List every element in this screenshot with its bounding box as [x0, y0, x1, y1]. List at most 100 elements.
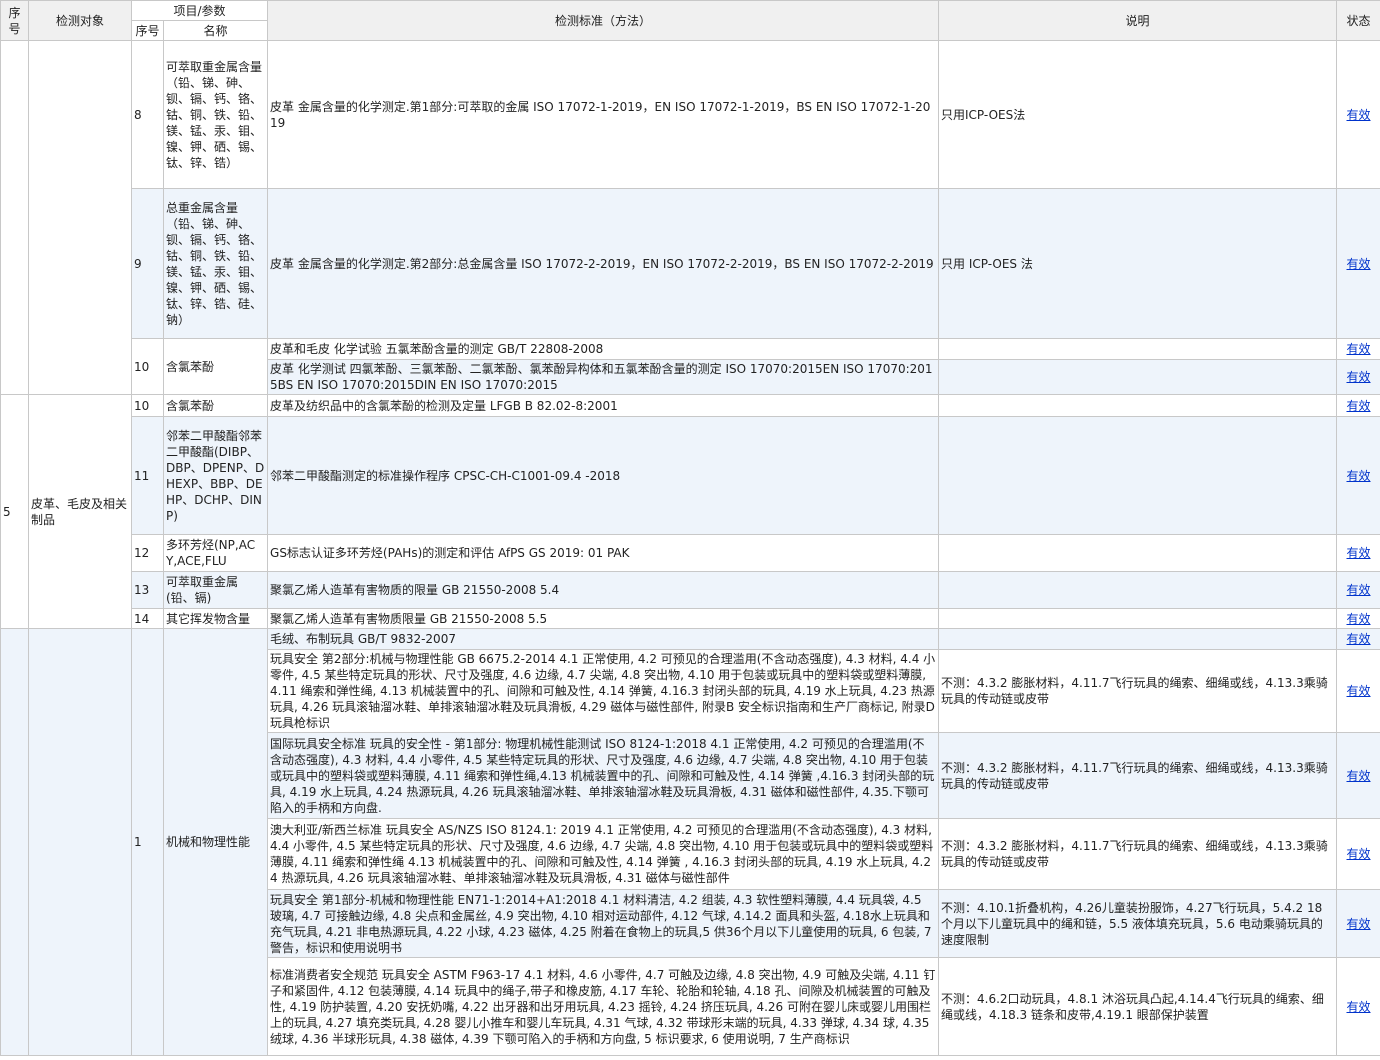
standard-cell: 玩具安全 第2部分:机械与物理性能 GB 6675.2-2014 4.1 正常使… — [267, 649, 940, 733]
table-row: 14 其它挥发物含量 聚氯乙烯人造革有害物质限量 GB 21550-2008 5.5… — [1, 608, 1380, 629]
status-cell: 有效 — [1336, 416, 1380, 535]
note-cell — [938, 534, 1338, 572]
note-cell — [938, 608, 1338, 629]
note-cell: 不测：4.3.2 膨胀材料，4.11.7飞行玩具的绳索、细绳或线，4.13.3乘… — [938, 818, 1338, 890]
status-link[interactable]: 有效 — [1347, 342, 1371, 356]
status-link[interactable]: 有效 — [1347, 769, 1371, 783]
table-body: 8 可萃取重金属含量（铅、锑、砷、钡、镉、钙、铬、钴、铜、铁、铅、镁、锰、汞、钼、… — [0, 40, 1380, 1056]
note-cell: 不测：4.10.1折叠机构，4.26儿童装扮服饰，4.27飞行玩具，5.4.2 … — [938, 889, 1338, 958]
status-cell: 有效 — [1336, 359, 1380, 395]
status-link[interactable]: 有效 — [1347, 108, 1371, 122]
item-name-cell: 可萃取重金属(铅、镉) — [162, 571, 269, 609]
table-row: 9 总重金属含量（铅、锑、砷、钡、镉、钙、铬、钴、铜、铁、铅、镁、锰、汞、钼、镍、… — [1, 188, 1380, 339]
note-cell: 只用 ICP-OES 法 — [938, 188, 1338, 339]
header-sub-seq: 序号 — [131, 20, 164, 41]
standard-cell: 玩具安全 第1部分-机械和物理性能 EN71-1:2014+A1:2018 4.… — [267, 889, 940, 958]
status-link[interactable]: 有效 — [1347, 612, 1371, 626]
standard-cell: 标准消费者安全规范 玩具安全 ASTM F963-17 4.1 材料, 4.6 … — [267, 957, 940, 1056]
standard-cell: 聚氯乙烯人造革有害物质的限量 GB 21550-2008 5.4 — [267, 571, 940, 609]
item-name-cell: 含氯苯酚 — [162, 394, 269, 417]
standard-cell: 皮革 金属含量的化学测定.第1部分:可萃取的金属 ISO 17072-1-201… — [267, 40, 940, 189]
status-cell: 有效 — [1336, 188, 1380, 339]
item-name-cell: 邻苯二甲酸酯邻苯二甲酸酯(DIBP、DBP、DPENP、DHEXP、BBP、DE… — [162, 416, 269, 535]
table-row: 1 机械和物理性能 毛绒、布制玩具 GB/T 9832-2007 有效 — [0, 628, 1380, 1056]
item-seq-cell: 1 — [131, 628, 164, 1056]
item-seq-cell: 10 — [131, 338, 164, 395]
status-cell: 有效 — [1336, 338, 1380, 360]
note-cell: 只用ICP-OES法 — [938, 40, 1338, 189]
note-cell — [938, 359, 1338, 395]
standard-cell: 澳大利亚/新西兰标准 玩具安全 AS/NZS ISO 8124.1: 2019 … — [267, 818, 940, 890]
standard-cell: 邻苯二甲酸酯测定的标准操作程序 CPSC-CH-C1001-09.4 -2018 — [267, 416, 940, 535]
note-cell — [938, 628, 1338, 650]
status-cell: 有效 — [1336, 628, 1380, 650]
standard-cell: 国际玩具安全标准 玩具的安全性 - 第1部分: 物理机械性能测试 ISO 812… — [267, 732, 940, 819]
item-seq-cell: 10 — [131, 394, 164, 417]
group-object-cell: 皮革、毛皮及相关制品 — [28, 394, 132, 629]
status-cell: 有效 — [1336, 608, 1380, 629]
note-cell: 不测：4.6.2口动玩具，4.8.1 沐浴玩具凸起,4.14.4飞行玩具的绳索、… — [938, 957, 1338, 1056]
header-note: 说明 — [938, 0, 1338, 41]
header-status: 状态 — [1336, 0, 1380, 41]
status-cell: 有效 — [1336, 649, 1380, 733]
standard-cell: 皮革和毛皮 化学试验 五氯苯酚含量的测定 GB/T 22808-2008 — [267, 338, 940, 360]
note-cell — [938, 571, 1338, 609]
group-seq-cell — [0, 628, 29, 1056]
item-seq-cell: 14 — [131, 608, 164, 629]
note-cell — [938, 416, 1338, 535]
note-cell: 不测：4.3.2 膨胀材料，4.11.7飞行玩具的绳索、细绳或线，4.13.3乘… — [938, 732, 1338, 819]
group-object-cell — [28, 628, 132, 1056]
header-item-param: 项目/参数 — [130, 0, 269, 21]
item-seq-cell: 8 — [131, 40, 164, 189]
status-cell: 有效 — [1336, 571, 1380, 609]
status-link[interactable]: 有效 — [1347, 370, 1371, 384]
header-sub-name: 名称 — [162, 20, 269, 41]
note-cell — [938, 338, 1338, 360]
standard-cell: 皮革及纺织品中的含氯苯酚的检测及定量 LFGB B 82.02-8:2001 — [267, 394, 940, 417]
status-cell: 有效 — [1336, 40, 1380, 189]
header-standard: 检测标准（方法） — [267, 0, 940, 41]
note-cell: 不测：4.3.2 膨胀材料，4.11.7飞行玩具的绳索、细绳或线，4.13.3乘… — [938, 649, 1338, 733]
item-name-cell: 含氯苯酚 — [162, 338, 269, 395]
status-cell: 有效 — [1336, 534, 1380, 572]
group-seq-cell: 5 — [0, 394, 29, 629]
header-seq: 序号 — [0, 0, 29, 41]
item-name-cell: 其它挥发物含量 — [162, 608, 269, 629]
status-cell: 有效 — [1336, 732, 1380, 819]
item-name-cell: 可萃取重金属含量（铅、锑、砷、钡、镉、钙、铬、钴、铜、铁、铅、镁、锰、汞、钼、镍… — [162, 40, 269, 189]
item-seq-cell: 11 — [131, 416, 164, 535]
group-object-cell — [28, 40, 132, 395]
status-link[interactable]: 有效 — [1347, 399, 1371, 413]
table-row: 8 可萃取重金属含量（铅、锑、砷、钡、镉、钙、铬、钴、铜、铁、铅、镁、锰、汞、钼、… — [0, 40, 1380, 395]
item-seq-cell: 13 — [131, 571, 164, 609]
status-link[interactable]: 有效 — [1347, 917, 1371, 931]
status-cell: 有效 — [1336, 394, 1380, 417]
status-cell: 有效 — [1336, 889, 1380, 958]
status-link[interactable]: 有效 — [1347, 632, 1371, 646]
table-row: 5 皮革、毛皮及相关制品 10 含氯苯酚 皮革及纺织品中的含氯苯酚的检测及定量 LFGB… — [0, 394, 1380, 629]
header-object: 检测对象 — [28, 0, 132, 41]
item-name-cell: 总重金属含量（铅、锑、砷、钡、镉、钙、铬、钴、铜、铁、铅、镁、锰、汞、钼、镍、钾… — [162, 188, 269, 339]
item-seq-cell: 9 — [131, 188, 164, 339]
standard-cell: 皮革 金属含量的化学测定.第2部分:总金属含量 ISO 17072-2-2019… — [267, 188, 940, 339]
table-row: 12 多环芳烃(NP,ACY,ACE,FLU GS标志认证多环芳烃(PAHs)的测定… — [1, 534, 1380, 572]
status-link[interactable]: 有效 — [1347, 847, 1371, 861]
status-link[interactable]: 有效 — [1347, 684, 1371, 698]
note-cell — [938, 394, 1338, 417]
item-name-cell: 多环芳烃(NP,ACY,ACE,FLU — [162, 534, 269, 572]
table-row: 13 可萃取重金属(铅、镉) 聚氯乙烯人造革有害物质的限量 GB 21550-200… — [1, 571, 1380, 609]
status-link[interactable]: 有效 — [1347, 1000, 1371, 1014]
item-seq-cell: 12 — [131, 534, 164, 572]
standard-cell: GS标志认证多环芳烃(PAHs)的测定和评估 AfPS GS 2019: 01 … — [267, 534, 940, 572]
status-link[interactable]: 有效 — [1347, 257, 1371, 271]
status-cell: 有效 — [1336, 957, 1380, 1056]
item-name-cell: 机械和物理性能 — [162, 628, 269, 1056]
table-row: 10 含氯苯酚 皮革和毛皮 化学试验 五氯苯酚含量的测定 GB/T 22808-20… — [1, 338, 1380, 395]
standards-table: 序号 检测对象 项目/参数 检测标准（方法） 说明 状态 序号 名称 8 可萃取重… — [0, 0, 1380, 1056]
standard-cell: 聚氯乙烯人造革有害物质限量 GB 21550-2008 5.5 — [267, 608, 940, 629]
standard-cell: 皮革 化学测试 四氯苯酚、三氯苯酚、二氯苯酚、氯苯酚异构体和五氯苯酚含量的测定 … — [267, 359, 940, 395]
status-link[interactable]: 有效 — [1347, 583, 1371, 597]
status-link[interactable]: 有效 — [1347, 546, 1371, 560]
status-link[interactable]: 有效 — [1347, 469, 1371, 483]
group-seq-cell — [0, 40, 29, 395]
